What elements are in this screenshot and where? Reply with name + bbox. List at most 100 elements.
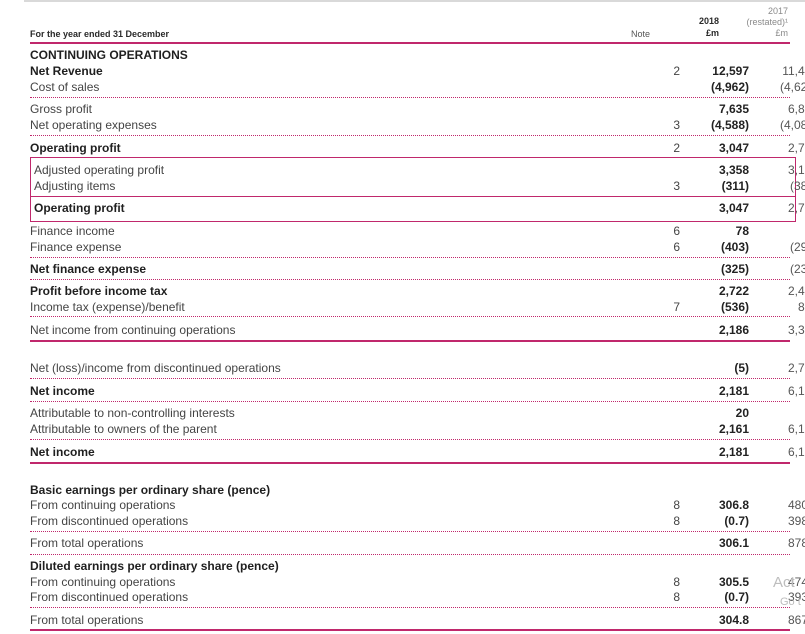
year-2017-header: 2017 xyxy=(767,6,788,16)
dotted-divider xyxy=(30,554,790,555)
row-value-2017: 60 xyxy=(750,223,805,239)
table-row: From continuing operations 8 305.5 474.7 xyxy=(30,574,805,590)
row-label: Net Revenue xyxy=(30,64,103,78)
row-label: Diluted earnings per ordinary share (pen… xyxy=(30,559,279,573)
table-row: Operating profit 3,047 2,737 xyxy=(34,200,805,216)
row-value-2017: (238) xyxy=(789,262,805,276)
row-label: Net income from continuing operations xyxy=(30,323,236,337)
row-note: 8 xyxy=(673,498,680,512)
row-value-2018: (0.7) xyxy=(724,590,749,604)
row-label: From continuing operations xyxy=(30,575,176,589)
dotted-divider xyxy=(30,401,790,402)
row-note: 6 xyxy=(673,224,680,238)
row-label: Net operating expenses xyxy=(30,118,157,132)
table-row: Income tax (expense)/benefit 7 (536) 894 xyxy=(30,299,805,315)
row-label: Finance income xyxy=(30,224,115,238)
row-value-2017: 6,189 xyxy=(787,445,805,459)
row-value-2018: (536) xyxy=(720,300,749,314)
table-row: Net income from continuing operations 2,… xyxy=(30,322,805,338)
box-divider xyxy=(30,196,796,197)
row-value-2017: (298) xyxy=(789,240,805,254)
section-title: CONTINUING OPERATIONS xyxy=(30,47,790,63)
unit-2017-header: £m xyxy=(775,28,788,38)
row-label: Net income xyxy=(30,384,95,398)
unit-2018-header: £m xyxy=(705,28,719,38)
row-value-2017: 6,823 xyxy=(787,102,805,116)
row-value-2017: 6,189 xyxy=(787,384,805,398)
row-note: 8 xyxy=(673,514,680,528)
row-value-2018: 3,047 xyxy=(718,141,749,155)
table-row: From discontinued operations 8 (0.7) 398… xyxy=(30,513,805,529)
table-row: From total operations 304.8 867.9 xyxy=(30,612,805,628)
row-label: Attributable to non-controlling interest… xyxy=(30,406,235,420)
row-value-2018: 12,597 xyxy=(712,64,749,78)
section-rule xyxy=(30,629,790,631)
table-row: Cost of sales (4,962) (4,626) xyxy=(30,79,805,95)
table-row: Basic earnings per ordinary share (pence… xyxy=(30,482,790,498)
section-rule xyxy=(30,462,790,464)
row-value-2018: 2,161 xyxy=(718,422,749,436)
table-row: From total operations 306.1 878.7 xyxy=(30,535,805,551)
table-row: Profit before income tax 2,722 2,499 xyxy=(30,283,805,299)
row-value-2018: 20 xyxy=(735,406,749,420)
row-value-2018: 305.5 xyxy=(718,575,749,589)
table-row: Net operating expenses 3 (4,588) (4,086) xyxy=(30,117,805,133)
table-row: From discontinued operations 8 (0.7) 393… xyxy=(30,589,805,605)
row-label: Net (loss)/income from discontinued oper… xyxy=(30,361,281,375)
row-value-2018: 2,186 xyxy=(718,323,749,337)
row-value-2018: 304.8 xyxy=(718,613,749,627)
row-value-2017: 878.7 xyxy=(787,536,805,550)
row-label: From total operations xyxy=(30,613,144,627)
row-value-2018: 2,181 xyxy=(718,445,749,459)
section-title-label: CONTINUING OPERATIONS xyxy=(30,48,188,62)
dotted-divider xyxy=(30,257,790,258)
row-label: Adjusting items xyxy=(34,179,116,193)
row-value-2018: 7,635 xyxy=(718,102,749,116)
table-row: Net income 2,181 6,189 xyxy=(30,383,805,399)
dotted-divider xyxy=(30,316,790,317)
section-rule xyxy=(30,340,790,342)
table-row: Finance income 6 78 60 xyxy=(30,223,805,239)
row-label: Adjusted operating profit xyxy=(34,163,165,177)
row-value-2018: 2,181 xyxy=(718,384,749,398)
row-value-2017: (4,626) xyxy=(779,80,805,94)
row-value-2018: 3,047 xyxy=(718,201,749,215)
row-note: 2 xyxy=(673,64,680,78)
row-value-2018: (4,962) xyxy=(710,80,749,94)
table-row: Attributable to owners of the parent 2,1… xyxy=(30,421,805,437)
table-row: Net finance expense (325) (238) xyxy=(30,261,805,277)
table-row: From continuing operations 8 306.8 480.6 xyxy=(30,497,805,513)
restated-2017-header: (restated)¹ xyxy=(746,17,788,27)
row-value-2017: 3,122 xyxy=(787,163,805,177)
row-value-2017: 2,737 xyxy=(787,201,805,215)
row-note: 6 xyxy=(673,240,680,254)
row-label: From continuing operations xyxy=(30,498,176,512)
table-row: Finance expense 6 (403) (298) xyxy=(30,239,805,255)
row-value-2018: 306.8 xyxy=(718,498,749,512)
row-value-2017: 6,172 xyxy=(787,422,805,436)
dotted-divider xyxy=(30,279,790,280)
row-value-2018: 78 xyxy=(735,224,749,238)
row-value-2018: 3,358 xyxy=(718,163,749,177)
row-note: 8 xyxy=(673,575,680,589)
row-note: 8 xyxy=(673,590,680,604)
row-label: Attributable to owners of the parent xyxy=(30,422,217,436)
note-header: Note xyxy=(630,29,650,39)
table-row: Net (loss)/income from discontinued oper… xyxy=(30,360,805,376)
row-note: 7 xyxy=(673,300,680,314)
row-label: Cost of sales xyxy=(30,80,100,94)
table-row: Adjusted operating profit 3,358 3,122 xyxy=(34,162,805,178)
table-row: Net Revenue 2 12,597 11,449 xyxy=(30,63,805,79)
row-label: Gross profit xyxy=(30,102,93,116)
row-value-2018: (403) xyxy=(720,240,749,254)
year-2018-header: 2018 xyxy=(698,16,719,26)
row-note: 3 xyxy=(673,179,680,193)
row-label: Profit before income tax xyxy=(30,284,168,298)
row-value-2018: (4,588) xyxy=(710,118,749,132)
table-row: Adjusting items 3 (311) (385) xyxy=(34,178,805,194)
row-value-2017: 398.1 xyxy=(787,514,805,528)
row-value-2017: 480.6 xyxy=(787,498,805,512)
period-label: For the year ended 31 December xyxy=(30,29,170,39)
header-rule xyxy=(30,42,790,44)
row-value-2018: 2,722 xyxy=(718,284,749,298)
